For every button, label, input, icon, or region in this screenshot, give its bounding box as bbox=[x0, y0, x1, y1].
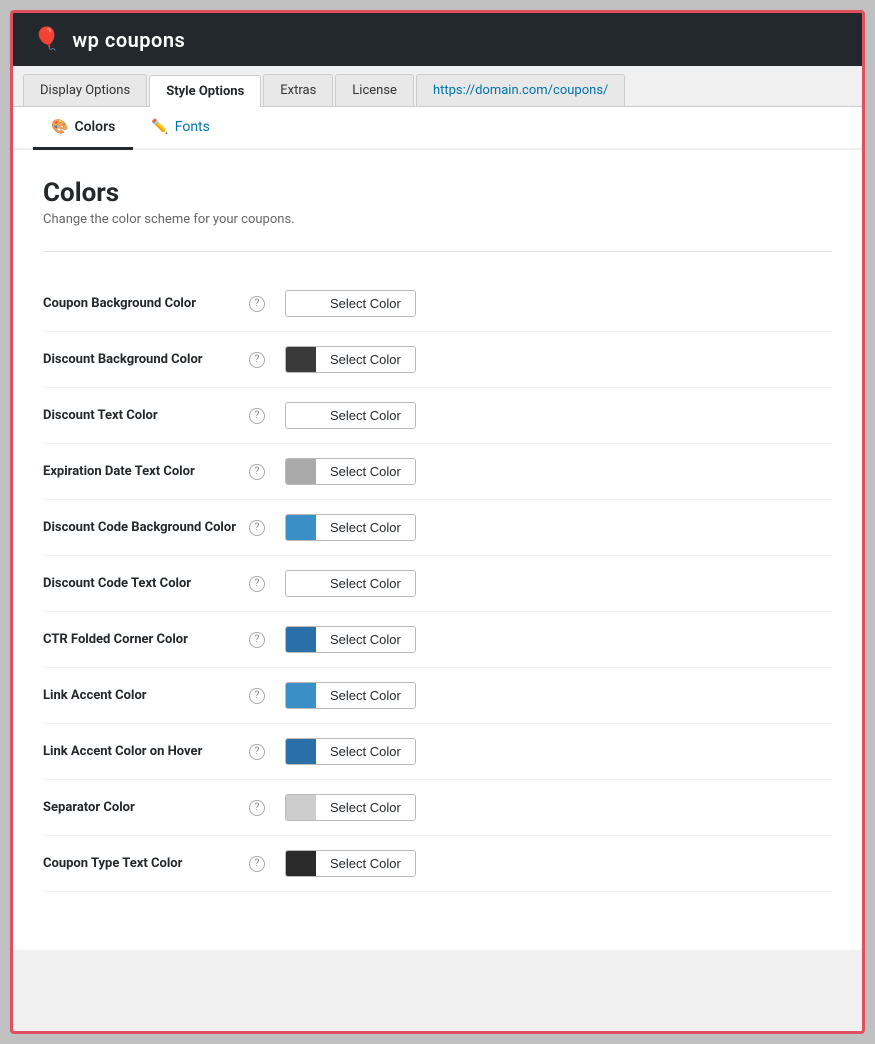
help-icon-separator[interactable]: ? bbox=[249, 800, 265, 816]
color-row-discount-code-text: Discount Code Text Color ? Select Color bbox=[43, 556, 832, 612]
color-picker-btn-discount-code-text[interactable]: Select Color bbox=[285, 570, 416, 597]
color-select-button-coupon-type-text[interactable]: Select Color bbox=[316, 851, 415, 876]
help-icon-expiration-text[interactable]: ? bbox=[249, 464, 265, 480]
section-title: Colors bbox=[43, 178, 832, 208]
color-picker-btn-discount-bg[interactable]: Select Color bbox=[285, 346, 416, 373]
color-swatch-discount-code-bg bbox=[286, 515, 316, 540]
help-icon-link-accent-hover[interactable]: ? bbox=[249, 744, 265, 760]
help-icon-link-accent[interactable]: ? bbox=[249, 688, 265, 704]
color-picker-btn-coupon-bg[interactable]: Select Color bbox=[285, 290, 416, 317]
color-picker-btn-separator[interactable]: Select Color bbox=[285, 794, 416, 821]
app-header: 🎈 wp coupons bbox=[13, 13, 862, 66]
help-icon-discount-code-bg[interactable]: ? bbox=[249, 520, 265, 536]
sub-tab-colors[interactable]: 🎨 Colors bbox=[33, 107, 133, 150]
section-subtitle: Change the color scheme for your coupons… bbox=[43, 212, 832, 227]
color-select-button-ctr-folded[interactable]: Select Color bbox=[316, 627, 415, 652]
color-select-button-coupon-bg[interactable]: Select Color bbox=[316, 291, 415, 316]
color-row-coupon-type-text: Coupon Type Text Color ? Select Color bbox=[43, 836, 832, 892]
color-row-discount-bg: Discount Background Color ? Select Color bbox=[43, 332, 832, 388]
color-label-discount-code-bg: Discount Code Background Color bbox=[43, 520, 243, 535]
color-row-link-accent-hover: Link Accent Color on Hover ? Select Colo… bbox=[43, 724, 832, 780]
color-label-ctr-folded: CTR Folded Corner Color bbox=[43, 632, 243, 647]
color-row-separator: Separator Color ? Select Color bbox=[43, 780, 832, 836]
color-select-button-link-accent[interactable]: Select Color bbox=[316, 683, 415, 708]
app-title: wp coupons bbox=[72, 28, 185, 52]
color-label-link-accent: Link Accent Color bbox=[43, 688, 243, 703]
color-label-expiration-text: Expiration Date Text Color bbox=[43, 464, 243, 479]
color-select-button-link-accent-hover[interactable]: Select Color bbox=[316, 739, 415, 764]
pencil-icon: ✏️ bbox=[151, 119, 168, 135]
help-icon-coupon-type-text[interactable]: ? bbox=[249, 856, 265, 872]
tab-display-options[interactable]: Display Options bbox=[23, 74, 147, 106]
color-swatch-coupon-type-text bbox=[286, 851, 316, 876]
color-picker-btn-coupon-type-text[interactable]: Select Color bbox=[285, 850, 416, 877]
color-label-discount-text: Discount Text Color bbox=[43, 408, 243, 423]
help-icon-coupon-bg[interactable]: ? bbox=[249, 296, 265, 312]
sub-tab-fonts[interactable]: ✏️ Fonts bbox=[133, 107, 228, 150]
tab-license[interactable]: License bbox=[335, 74, 414, 106]
help-icon-discount-text[interactable]: ? bbox=[249, 408, 265, 424]
color-select-button-discount-code-text[interactable]: Select Color bbox=[316, 571, 415, 596]
help-icon-discount-bg[interactable]: ? bbox=[249, 352, 265, 368]
color-picker-btn-expiration-text[interactable]: Select Color bbox=[285, 458, 416, 485]
color-rows-container: Coupon Background Color ? Select Color D… bbox=[43, 276, 832, 892]
color-label-link-accent-hover: Link Accent Color on Hover bbox=[43, 744, 243, 759]
color-swatch-separator bbox=[286, 795, 316, 820]
color-swatch-ctr-folded bbox=[286, 627, 316, 652]
color-label-discount-code-text: Discount Code Text Color bbox=[43, 576, 243, 591]
color-select-button-expiration-text[interactable]: Select Color bbox=[316, 459, 415, 484]
color-row-ctr-folded: CTR Folded Corner Color ? Select Color bbox=[43, 612, 832, 668]
sub-tab-bar: 🎨 Colors ✏️ Fonts bbox=[13, 107, 862, 150]
color-row-discount-text: Discount Text Color ? Select Color bbox=[43, 388, 832, 444]
color-label-coupon-type-text: Coupon Type Text Color bbox=[43, 856, 243, 871]
color-swatch-discount-code-text bbox=[286, 571, 316, 596]
color-label-discount-bg: Discount Background Color bbox=[43, 352, 243, 367]
section-divider bbox=[43, 251, 832, 252]
color-row-discount-code-bg: Discount Code Background Color ? Select … bbox=[43, 500, 832, 556]
color-select-button-separator[interactable]: Select Color bbox=[316, 795, 415, 820]
color-row-expiration-text: Expiration Date Text Color ? Select Colo… bbox=[43, 444, 832, 500]
color-select-button-discount-code-bg[interactable]: Select Color bbox=[316, 515, 415, 540]
color-swatch-discount-text bbox=[286, 403, 316, 428]
color-select-button-discount-text[interactable]: Select Color bbox=[316, 403, 415, 428]
main-content: Colors Change the color scheme for your … bbox=[13, 150, 862, 950]
tab-style-options[interactable]: Style Options bbox=[149, 75, 261, 107]
color-label-coupon-bg: Coupon Background Color bbox=[43, 296, 243, 311]
color-select-button-discount-bg[interactable]: Select Color bbox=[316, 347, 415, 372]
tab-extras[interactable]: Extras bbox=[263, 74, 333, 106]
color-swatch-link-accent-hover bbox=[286, 739, 316, 764]
color-picker-btn-link-accent-hover[interactable]: Select Color bbox=[285, 738, 416, 765]
color-picker-btn-discount-text[interactable]: Select Color bbox=[285, 402, 416, 429]
color-row-link-accent: Link Accent Color ? Select Color bbox=[43, 668, 832, 724]
color-picker-btn-discount-code-bg[interactable]: Select Color bbox=[285, 514, 416, 541]
tab-bar: Display Options Style Options Extras Lic… bbox=[13, 66, 862, 107]
palette-icon: 🎨 bbox=[51, 119, 68, 135]
app-logo-icon: 🎈 bbox=[33, 27, 60, 52]
color-picker-btn-link-accent[interactable]: Select Color bbox=[285, 682, 416, 709]
color-row-coupon-bg: Coupon Background Color ? Select Color bbox=[43, 276, 832, 332]
color-label-separator: Separator Color bbox=[43, 800, 243, 815]
app-wrapper: 🎈 wp coupons Display Options Style Optio… bbox=[10, 10, 865, 1034]
color-swatch-expiration-text bbox=[286, 459, 316, 484]
help-icon-discount-code-text[interactable]: ? bbox=[249, 576, 265, 592]
color-swatch-coupon-bg bbox=[286, 291, 316, 316]
color-swatch-link-accent bbox=[286, 683, 316, 708]
color-picker-btn-ctr-folded[interactable]: Select Color bbox=[285, 626, 416, 653]
help-icon-ctr-folded[interactable]: ? bbox=[249, 632, 265, 648]
color-swatch-discount-bg bbox=[286, 347, 316, 372]
tab-url[interactable]: https://domain.com/coupons/ bbox=[416, 74, 625, 106]
